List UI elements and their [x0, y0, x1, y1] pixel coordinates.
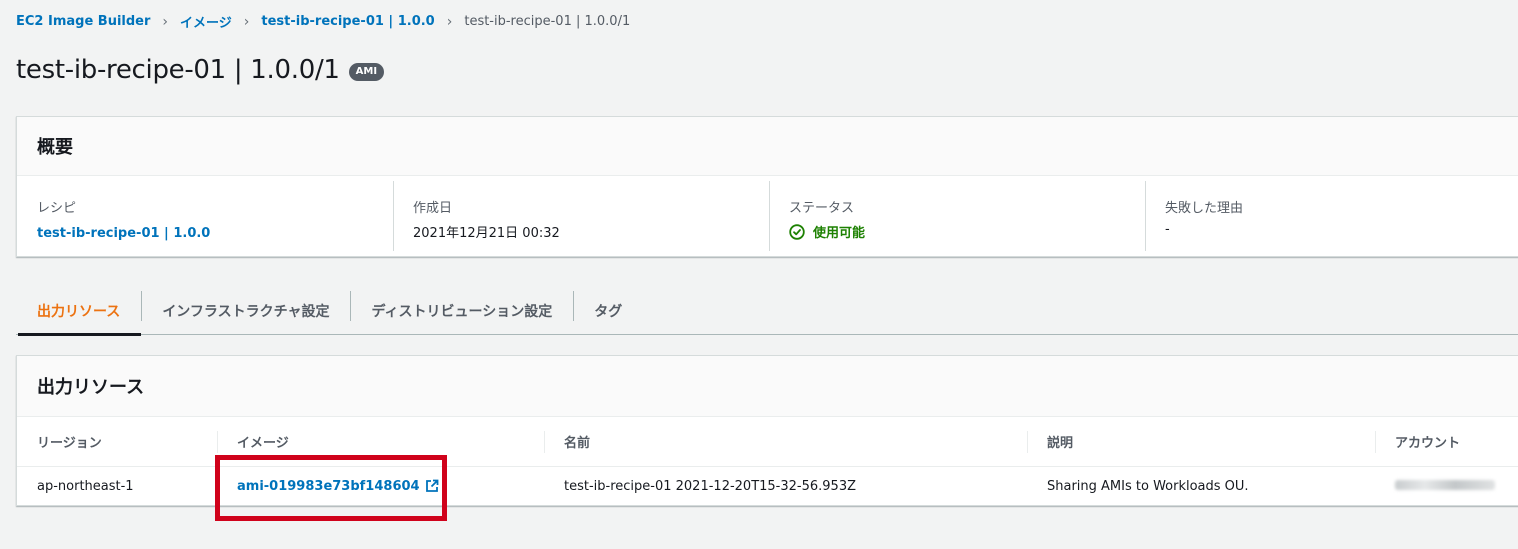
- cell-account: [1375, 466, 1518, 506]
- column-header-description: 説明: [1027, 417, 1375, 467]
- tab-bar: 出力リソース インフラストラクチャ設定 ディストリビューション設定 タグ: [16, 287, 1518, 336]
- ami-badge: AMI: [348, 63, 385, 81]
- summary-created: 作成日 2021年12月21日 00:32: [393, 181, 769, 251]
- ami-id: ami-019983e73bf148604: [237, 478, 420, 494]
- recipe-link[interactable]: test-ib-recipe-01 | 1.0.0: [37, 226, 210, 241]
- failure-value: -: [1165, 222, 1170, 237]
- chevron-right-icon: ›: [162, 13, 169, 30]
- column-header-image: イメージ: [217, 417, 544, 467]
- breadcrumb-current: test-ib-recipe-01 | 1.0.0/1: [464, 14, 631, 29]
- created-label: 作成日: [413, 201, 453, 216]
- cell-region: ap-northeast-1: [37, 478, 134, 494]
- breadcrumb: EC2 Image Builder › イメージ › test-ib-recip…: [16, 12, 631, 32]
- output-resources-panel: 出力リソース リージョン イメージ 名前 説明 アカウント ap-northea…: [16, 355, 1518, 506]
- output-resources-title: 出力リソース: [17, 356, 1518, 417]
- status-text: 使用可能: [813, 226, 866, 241]
- chevron-right-icon: ›: [243, 13, 250, 30]
- tab-tags[interactable]: タグ: [573, 287, 643, 334]
- check-circle-icon: [789, 223, 805, 240]
- tab-output-resources[interactable]: 出力リソース: [16, 287, 142, 336]
- column-header-name: 名前: [544, 417, 1027, 467]
- status-label: ステータス: [789, 201, 855, 216]
- page-title: test-ib-recipe-01 | 1.0.0/1: [16, 55, 340, 85]
- summary-panel: 概要 レシピ test-ib-recipe-01 | 1.0.0 作成日 202…: [16, 116, 1518, 257]
- table-row: ap-northeast-1 ami-019983e73bf148604 tes…: [17, 466, 1518, 506]
- page-header: test-ib-recipe-01 | 1.0.0/1 AMI: [16, 55, 385, 85]
- redacted-account-id: [1395, 479, 1495, 490]
- summary-failure: 失敗した理由 -: [1145, 181, 1518, 251]
- column-header-account: アカウント: [1375, 417, 1518, 467]
- chevron-right-icon: ›: [446, 13, 453, 30]
- status-value: 使用可能: [789, 222, 1145, 241]
- output-resources-table: リージョン イメージ 名前 説明 アカウント ap-northeast-1 am…: [17, 417, 1518, 506]
- tab-infrastructure-config[interactable]: インフラストラクチャ設定: [141, 287, 350, 334]
- breadcrumb-ec2-image-builder[interactable]: EC2 Image Builder: [16, 14, 150, 29]
- cell-description: Sharing AMIs to Workloads OU.: [1047, 478, 1249, 494]
- ami-link[interactable]: ami-019983e73bf148604: [237, 479, 439, 494]
- tab-distribution-settings[interactable]: ディストリビューション設定: [350, 287, 573, 334]
- column-header-region: リージョン: [17, 417, 217, 467]
- created-value: 2021年12月21日 00:32: [413, 226, 560, 241]
- breadcrumb-images[interactable]: イメージ: [180, 12, 232, 31]
- external-link-icon: [425, 479, 438, 493]
- failure-label: 失敗した理由: [1165, 201, 1244, 216]
- recipe-label: レシピ: [37, 201, 77, 216]
- summary-recipe: レシピ test-ib-recipe-01 | 1.0.0: [17, 181, 393, 251]
- table-header-row: リージョン イメージ 名前 説明 アカウント: [17, 417, 1518, 467]
- cell-name: test-ib-recipe-01 2021-12-20T15-32-56.95…: [564, 478, 856, 494]
- breadcrumb-recipe[interactable]: test-ib-recipe-01 | 1.0.0: [261, 14, 434, 29]
- summary-title: 概要: [17, 117, 1518, 176]
- summary-status: ステータス 使用可能: [769, 181, 1145, 251]
- cell-image: ami-019983e73bf148604: [217, 466, 544, 506]
